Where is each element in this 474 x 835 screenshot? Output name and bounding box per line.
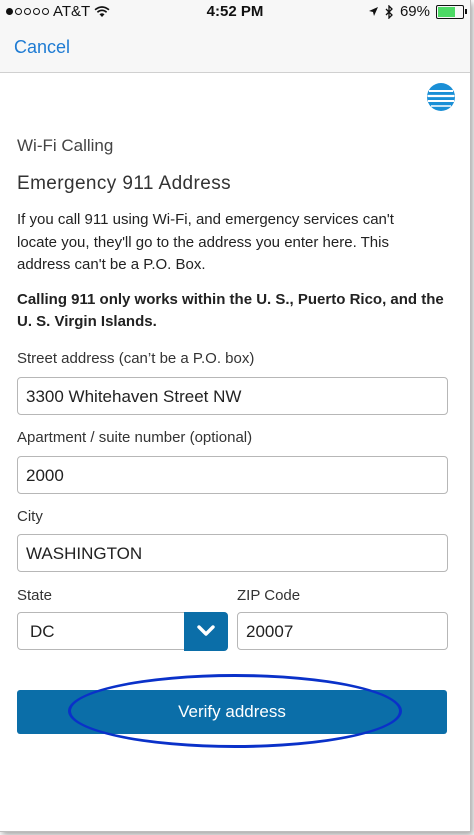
battery-icon [436,4,467,19]
chevron-down-icon [197,625,215,636]
zip-code-input[interactable]: 20007 [237,612,448,650]
status-right: 69% [368,3,467,20]
page-title: Emergency 911 Address [17,173,231,194]
battery-fill [438,6,455,17]
city-input[interactable]: WASHINGTON [17,534,448,572]
coverage-notice: Calling 911 only works within the U. S.,… [17,291,444,330]
status-bar: AT&T 4:52 PM 69% [0,0,470,24]
section-label: Wi-Fi Calling [17,136,114,155]
verify-address-button[interactable]: Verify address [17,690,447,734]
state-dropdown-button[interactable] [184,612,228,651]
street-address-label: Street address (can’t be a P.O. box) [17,350,255,367]
apartment-input[interactable]: 2000 [17,456,448,494]
bluetooth-icon [385,4,393,19]
location-arrow-icon [368,7,378,16]
battery-tip [465,8,467,14]
street-address-input[interactable]: 3300 Whitehaven Street NW [17,377,448,415]
city-label: City [17,508,43,525]
navigation-bar: Cancel [0,24,470,73]
cancel-button[interactable]: Cancel [14,37,70,58]
apartment-label: Apartment / suite number (optional) [17,429,253,446]
att-globe-logo [427,83,455,111]
zip-code-label: ZIP Code [237,587,301,604]
state-selected-value: DC [30,622,55,641]
app-frame: AT&T 4:52 PM 69% Cancel Wi-Fi Calling Em… [0,0,471,832]
battery-percent: 69% [399,3,430,20]
state-label: State [17,587,53,604]
description-text: If you call 911 using Wi-Fi, and emergen… [17,211,394,273]
